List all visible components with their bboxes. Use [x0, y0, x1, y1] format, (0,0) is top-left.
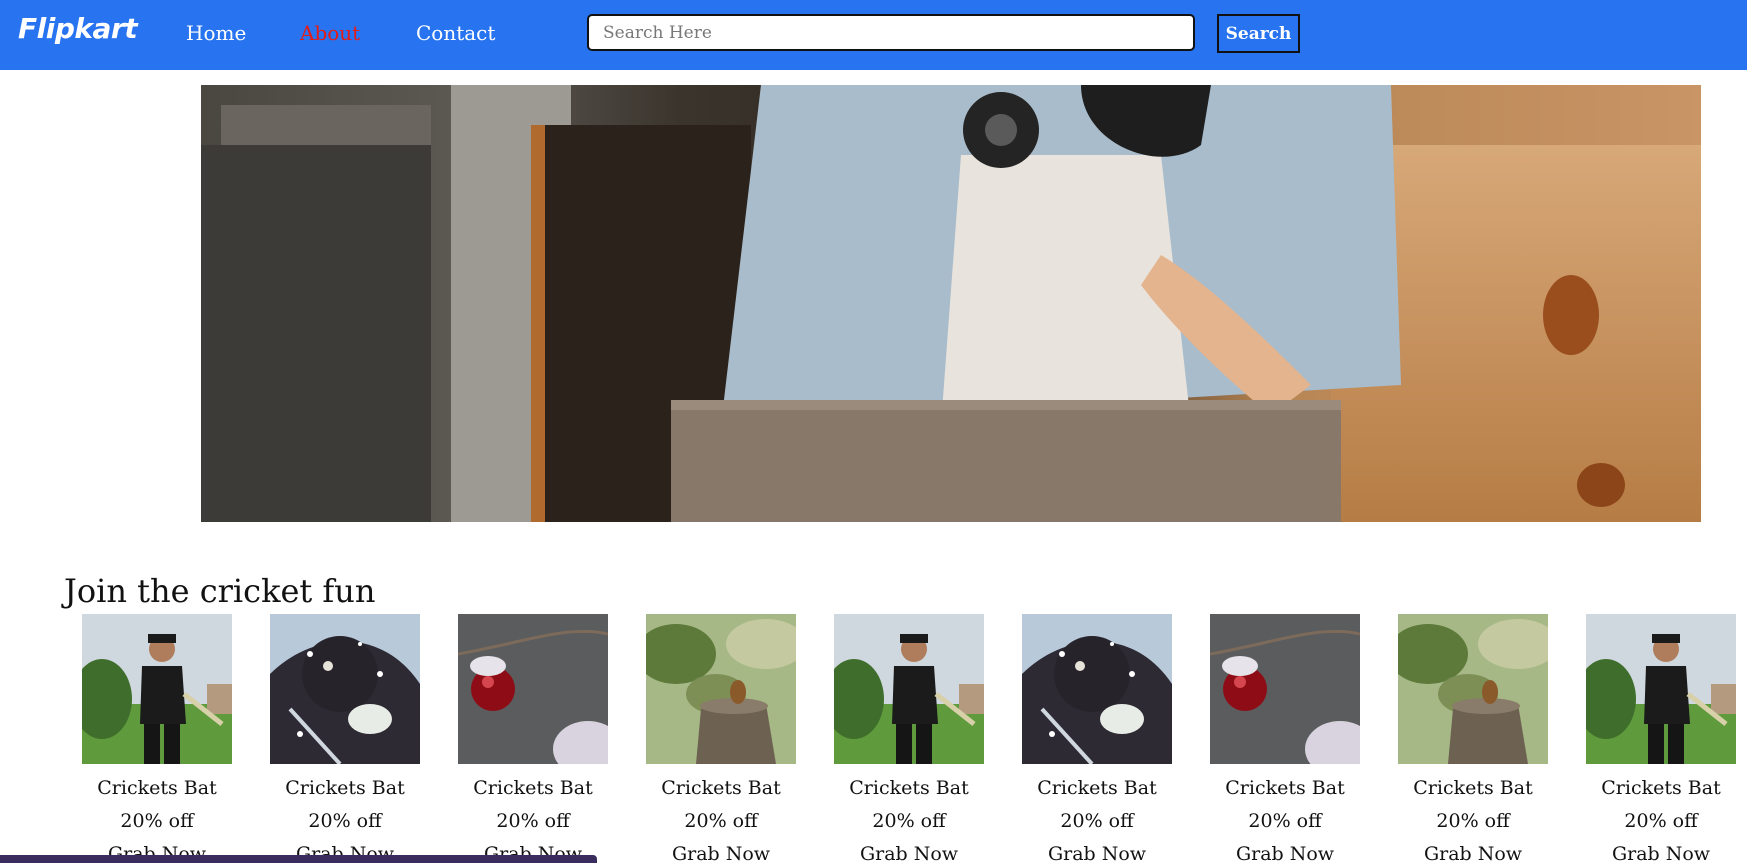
hero-banner-image	[201, 85, 1701, 522]
product-discount: 20% off	[1624, 810, 1698, 832]
product-image-berry[interactable]	[458, 614, 608, 764]
flipkart-logo[interactable]: Flipkart	[18, 12, 138, 45]
product-name: Crickets Bat	[1225, 777, 1345, 799]
product-name: Crickets Bat	[1413, 777, 1533, 799]
product-image-bat-player[interactable]	[1586, 614, 1736, 764]
grab-now-link[interactable]: Grab Now	[824, 838, 994, 863]
product-image-bat-player[interactable]	[82, 614, 232, 764]
grab-now-link[interactable]: Grab Now	[1388, 838, 1558, 863]
nav-link-home[interactable]: Home	[186, 21, 246, 45]
product-image-bat-player[interactable]	[834, 614, 984, 764]
nav-link-about[interactable]: About	[300, 21, 360, 45]
search-input[interactable]	[587, 14, 1195, 51]
product-name: Crickets Bat	[1037, 777, 1157, 799]
product-image-dog[interactable]	[1022, 614, 1172, 764]
hero-photo	[201, 85, 1701, 522]
product-name: Crickets Bat	[285, 777, 405, 799]
product-card[interactable]: Crickets Bat 20% off Grab Now	[1200, 614, 1370, 863]
product-carousel: Crickets Bat 20% off Grab Now Crickets B…	[72, 614, 1747, 863]
browser-status-bar	[0, 855, 597, 863]
product-name: Crickets Bat	[97, 777, 217, 799]
product-discount: 20% off	[120, 810, 194, 832]
product-name: Crickets Bat	[473, 777, 593, 799]
product-card[interactable]: Crickets Bat 20% off Grab Now	[824, 614, 994, 863]
grab-now-link[interactable]: Grab Now	[1012, 838, 1182, 863]
grab-now-link[interactable]: Grab Now	[1200, 838, 1370, 863]
grab-now-link[interactable]: Grab Now	[1576, 838, 1746, 863]
product-discount: 20% off	[872, 810, 946, 832]
product-discount: 20% off	[1248, 810, 1322, 832]
product-image-squirrel[interactable]	[1398, 614, 1548, 764]
product-card[interactable]: Crickets Bat 20% off Grab Now	[636, 614, 806, 863]
product-card[interactable]: Crickets Bat 20% off Grab Now	[72, 614, 242, 863]
section-title: Join the cricket fun	[64, 572, 376, 610]
product-name: Crickets Bat	[661, 777, 781, 799]
product-card[interactable]: Crickets Bat 20% off Grab Now	[260, 614, 430, 863]
product-discount: 20% off	[684, 810, 758, 832]
product-image-dog[interactable]	[270, 614, 420, 764]
grab-now-link[interactable]: Grab Now	[636, 838, 806, 863]
product-image-berry[interactable]	[1210, 614, 1360, 764]
product-card[interactable]: Crickets Bat 20% off Grab Now	[1576, 614, 1746, 863]
product-discount: 20% off	[1436, 810, 1510, 832]
product-discount: 20% off	[1060, 810, 1134, 832]
nav-link-contact[interactable]: Contact	[416, 21, 495, 45]
product-card[interactable]: Crickets Bat 20% off Grab Now	[1388, 614, 1558, 863]
product-discount: 20% off	[308, 810, 382, 832]
top-navbar: Flipkart Home About Contact Search	[0, 0, 1747, 70]
product-card[interactable]: Crickets Bat 20% off Grab Now	[448, 614, 618, 863]
product-discount: 20% off	[496, 810, 570, 832]
product-name: Crickets Bat	[849, 777, 969, 799]
product-card[interactable]: Crickets Bat 20% off Grab Now	[1012, 614, 1182, 863]
search-button[interactable]: Search	[1217, 14, 1300, 53]
product-image-squirrel[interactable]	[646, 614, 796, 764]
product-name: Crickets Bat	[1601, 777, 1721, 799]
